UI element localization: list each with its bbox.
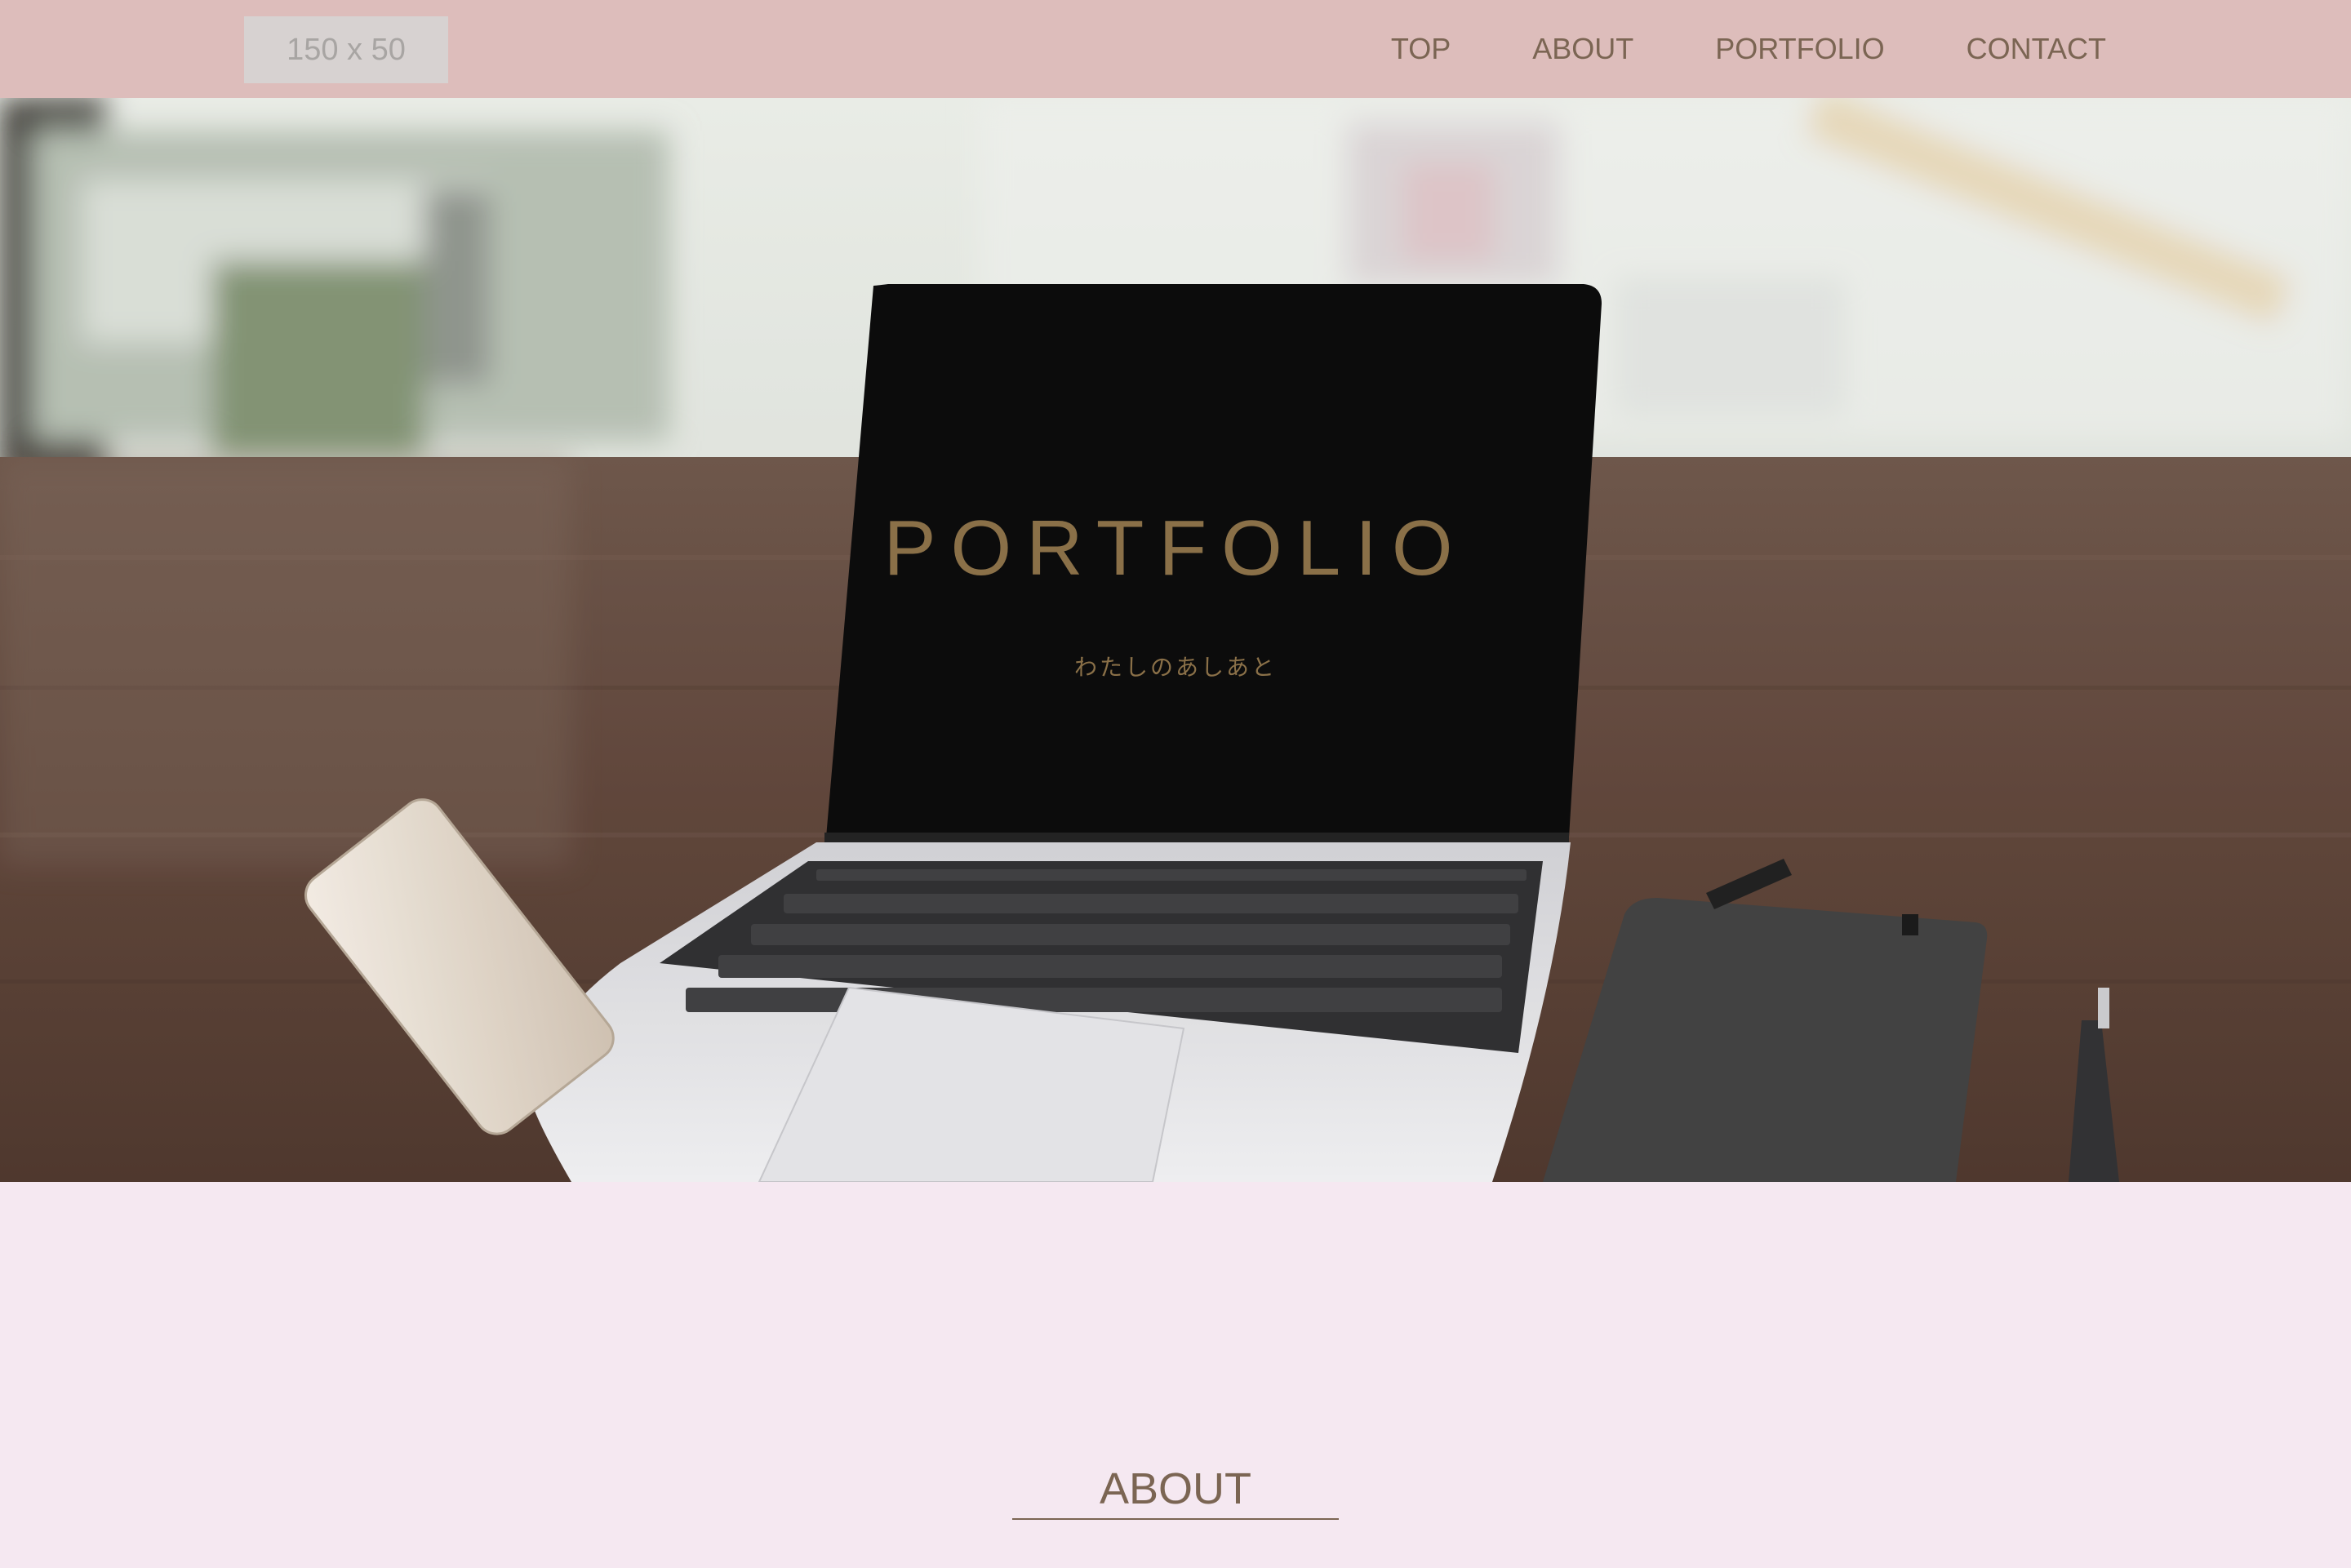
hero-image: [0, 98, 2351, 1182]
hero-subtitle: わたしのあしあと: [1073, 654, 1277, 681]
nav-item-about[interactable]: ABOUT: [1532, 32, 1633, 66]
nav-item-top[interactable]: TOP: [1391, 32, 1451, 66]
about-section: ABOUT: [0, 1182, 2351, 1568]
main-nav: TOP ABOUT PORTFOLIO CONTACT: [1309, 0, 2106, 98]
hero-section: PORTFOLIO わたしのあしあと: [0, 98, 2351, 1182]
nav-item-contact[interactable]: CONTACT: [1967, 32, 2106, 66]
site-header: 150 x 50 TOP ABOUT PORTFOLIO CONTACT: [0, 0, 2351, 98]
hero-title: PORTFOLIO: [883, 504, 1468, 592]
logo-placeholder[interactable]: 150 x 50: [244, 16, 448, 83]
about-heading: ABOUT: [1099, 1464, 1252, 1513]
about-heading-underline: [1012, 1518, 1339, 1520]
nav-item-portfolio[interactable]: PORTFOLIO: [1715, 32, 1884, 66]
